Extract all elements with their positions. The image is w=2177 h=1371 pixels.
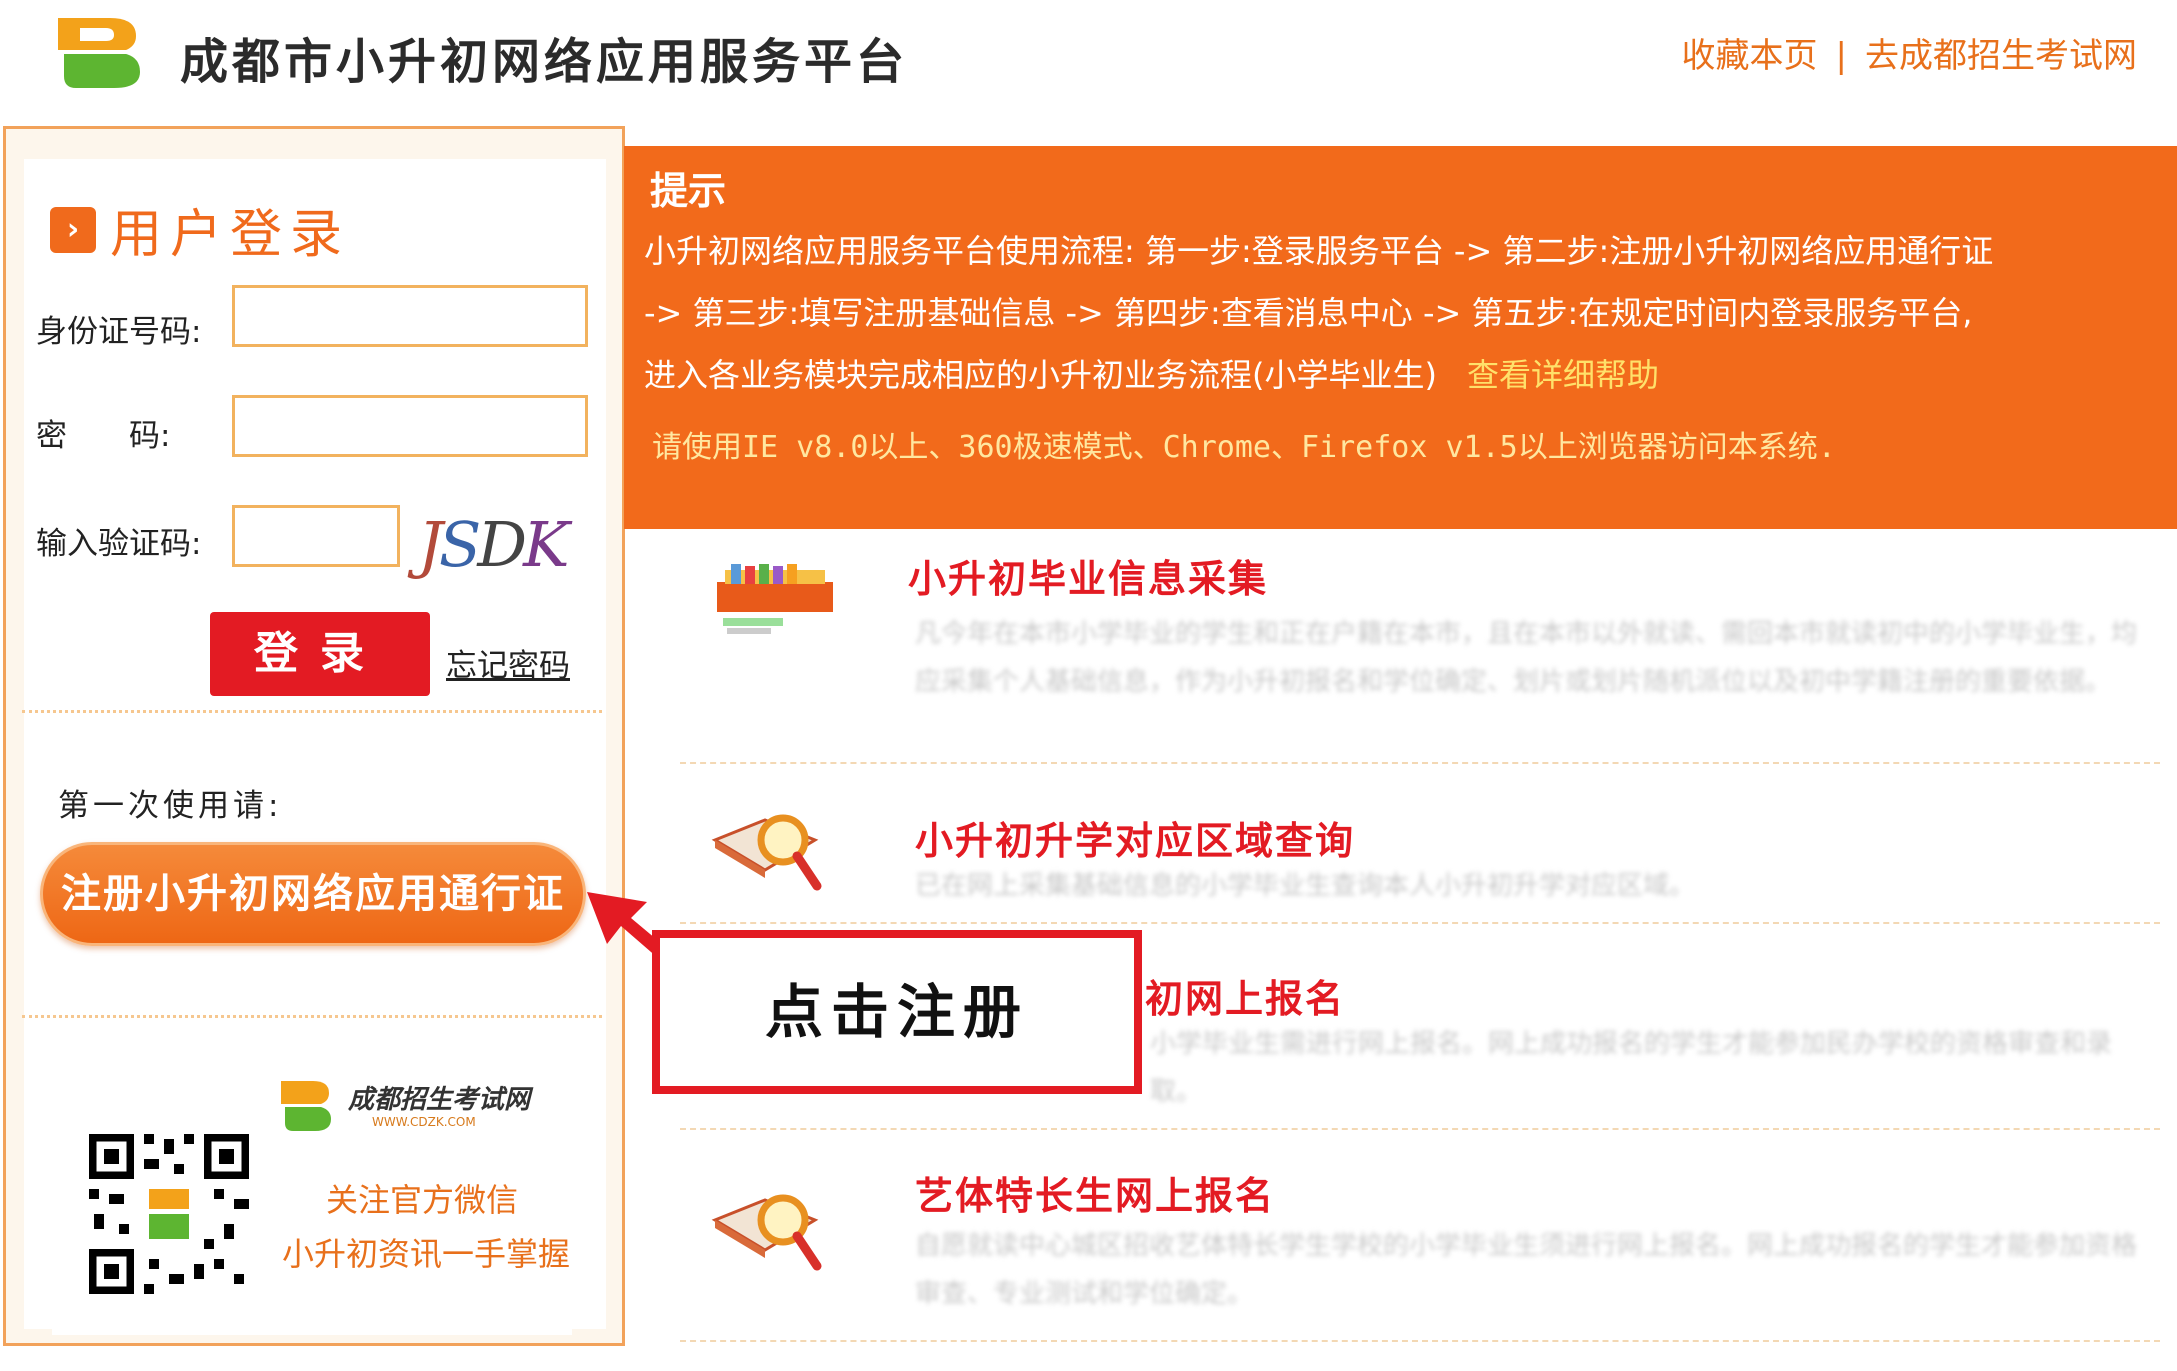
site-logo — [58, 18, 140, 88]
item-separator — [680, 1128, 2160, 1130]
qr-code-icon[interactable] — [84, 1129, 254, 1299]
exam-site-logo — [281, 1081, 331, 1131]
magnifier-book-icon — [711, 1194, 822, 1271]
id-number-label: 身份证号码: — [36, 314, 202, 350]
first-use-label: 第一次使用请: — [58, 788, 283, 824]
register-pass-button[interactable]: 注册小升初网络应用通行证 — [40, 842, 586, 946]
item-separator — [680, 1340, 2160, 1342]
captcha-label: 输入验证码: — [36, 526, 202, 562]
notice-line: -> 第三步:填写注册基础信息 -> 第四步:查看消息中心 -> 第五步:在规定… — [644, 294, 1973, 332]
notice-panel: 提示 小升初网络应用服务平台使用流程: 第一步:登录服务平台 -> 第二步:注册… — [624, 146, 2177, 529]
wechat-info-text: 小升初资讯一手掌握 — [282, 1235, 571, 1273]
item-desc: 已在网上采集基础信息的小学毕业生查询本人小升初升学对应区域。 — [915, 871, 1696, 901]
captcha-char: J — [418, 508, 443, 581]
help-link[interactable]: 查看详细帮助 — [1467, 356, 1659, 394]
divider — [22, 710, 602, 713]
item-title[interactable]: 艺体特长生网上报名 — [915, 1165, 1275, 1220]
bookmark-link[interactable]: 收藏本页 — [1682, 36, 1818, 76]
login-title: 用户登录 — [110, 205, 351, 265]
notice-line-text: 进入各业务模块完成相应的小升初业务流程(小学毕业生) — [644, 356, 1437, 394]
top-links: 收藏本页 | 去成都招生考试网 — [1682, 28, 2137, 77]
notice-line: 小升初网络应用服务平台使用流程: 第一步:登录服务平台 -> 第二步:注册小升初… — [644, 232, 1994, 270]
info-collection-icon — [717, 564, 833, 634]
item-separator — [680, 762, 2160, 764]
link-separator: | — [1835, 36, 1847, 76]
captcha-input[interactable] — [232, 505, 400, 567]
callout-text: 点击注册 — [764, 978, 1029, 1046]
wechat-follow-text: 关注官方微信 — [326, 1181, 519, 1219]
item-title[interactable]: 初网上报名 — [1145, 968, 1345, 1023]
id-number-input[interactable] — [232, 285, 588, 347]
captcha-char: K — [523, 508, 569, 581]
item-title[interactable]: 小升初升学对应区域查询 — [915, 810, 1355, 865]
magnifier-book-icon — [711, 814, 822, 891]
wechat-promo: 成都招生考试网 WWW.CDZK.COM 关注官方微信 小升初资讯一手掌握 — [52, 1035, 572, 1335]
notice-line: 进入各业务模块完成相应的小升初业务流程(小学毕业生) 查看详细帮助 — [644, 350, 1659, 396]
login-button[interactable]: 登录 — [210, 612, 430, 696]
notice-title: 提示 — [650, 169, 727, 213]
item-desc: 自愿就读中心城区招收艺体特长学生学校的小学毕业生须进行网上报名。网上成功报名的学… — [915, 1231, 2138, 1309]
item-title[interactable]: 小升初毕业信息采集 — [908, 548, 1268, 603]
header: 成都市小升初网络应用服务平台 收藏本页 | 去成都招生考试网 — [0, 0, 2177, 120]
site-title: 成都市小升初网络应用服务平台 — [180, 34, 909, 90]
divider — [22, 1015, 602, 1018]
login-header: › 用户登录 — [50, 192, 350, 267]
captcha-char: S — [438, 508, 482, 581]
captcha-image[interactable]: JSDK — [418, 508, 588, 581]
exam-site-link[interactable]: 去成都招生考试网 — [1865, 36, 2137, 76]
exam-site-logo-url: WWW.CDZK.COM — [372, 1115, 476, 1129]
chevron-right-icon: › — [50, 206, 96, 253]
forgot-password-link[interactable]: 忘记密码 — [446, 640, 570, 685]
item-desc: 凡今年在本市小学毕业的学生和正在户籍在本市，且在本市以外就读、需回本市就读初中的… — [915, 619, 2138, 697]
captcha-char: D — [477, 508, 527, 581]
exam-site-logo-text: 成都招生考试网 — [348, 1085, 531, 1115]
item-separator — [680, 922, 2160, 924]
password-input[interactable] — [232, 395, 588, 457]
password-label: 密 码: — [36, 418, 171, 454]
register-callout: 点击注册 — [652, 930, 1142, 1094]
browser-note: 请使用IE v8.0以上、360极速模式、Chrome、Firefox v1.5… — [652, 430, 1836, 465]
item-desc: 小学毕业生需进行网上报名。网上成功报名的学生才能参加民办学校的资格审查和录取。 — [1150, 1029, 2113, 1107]
